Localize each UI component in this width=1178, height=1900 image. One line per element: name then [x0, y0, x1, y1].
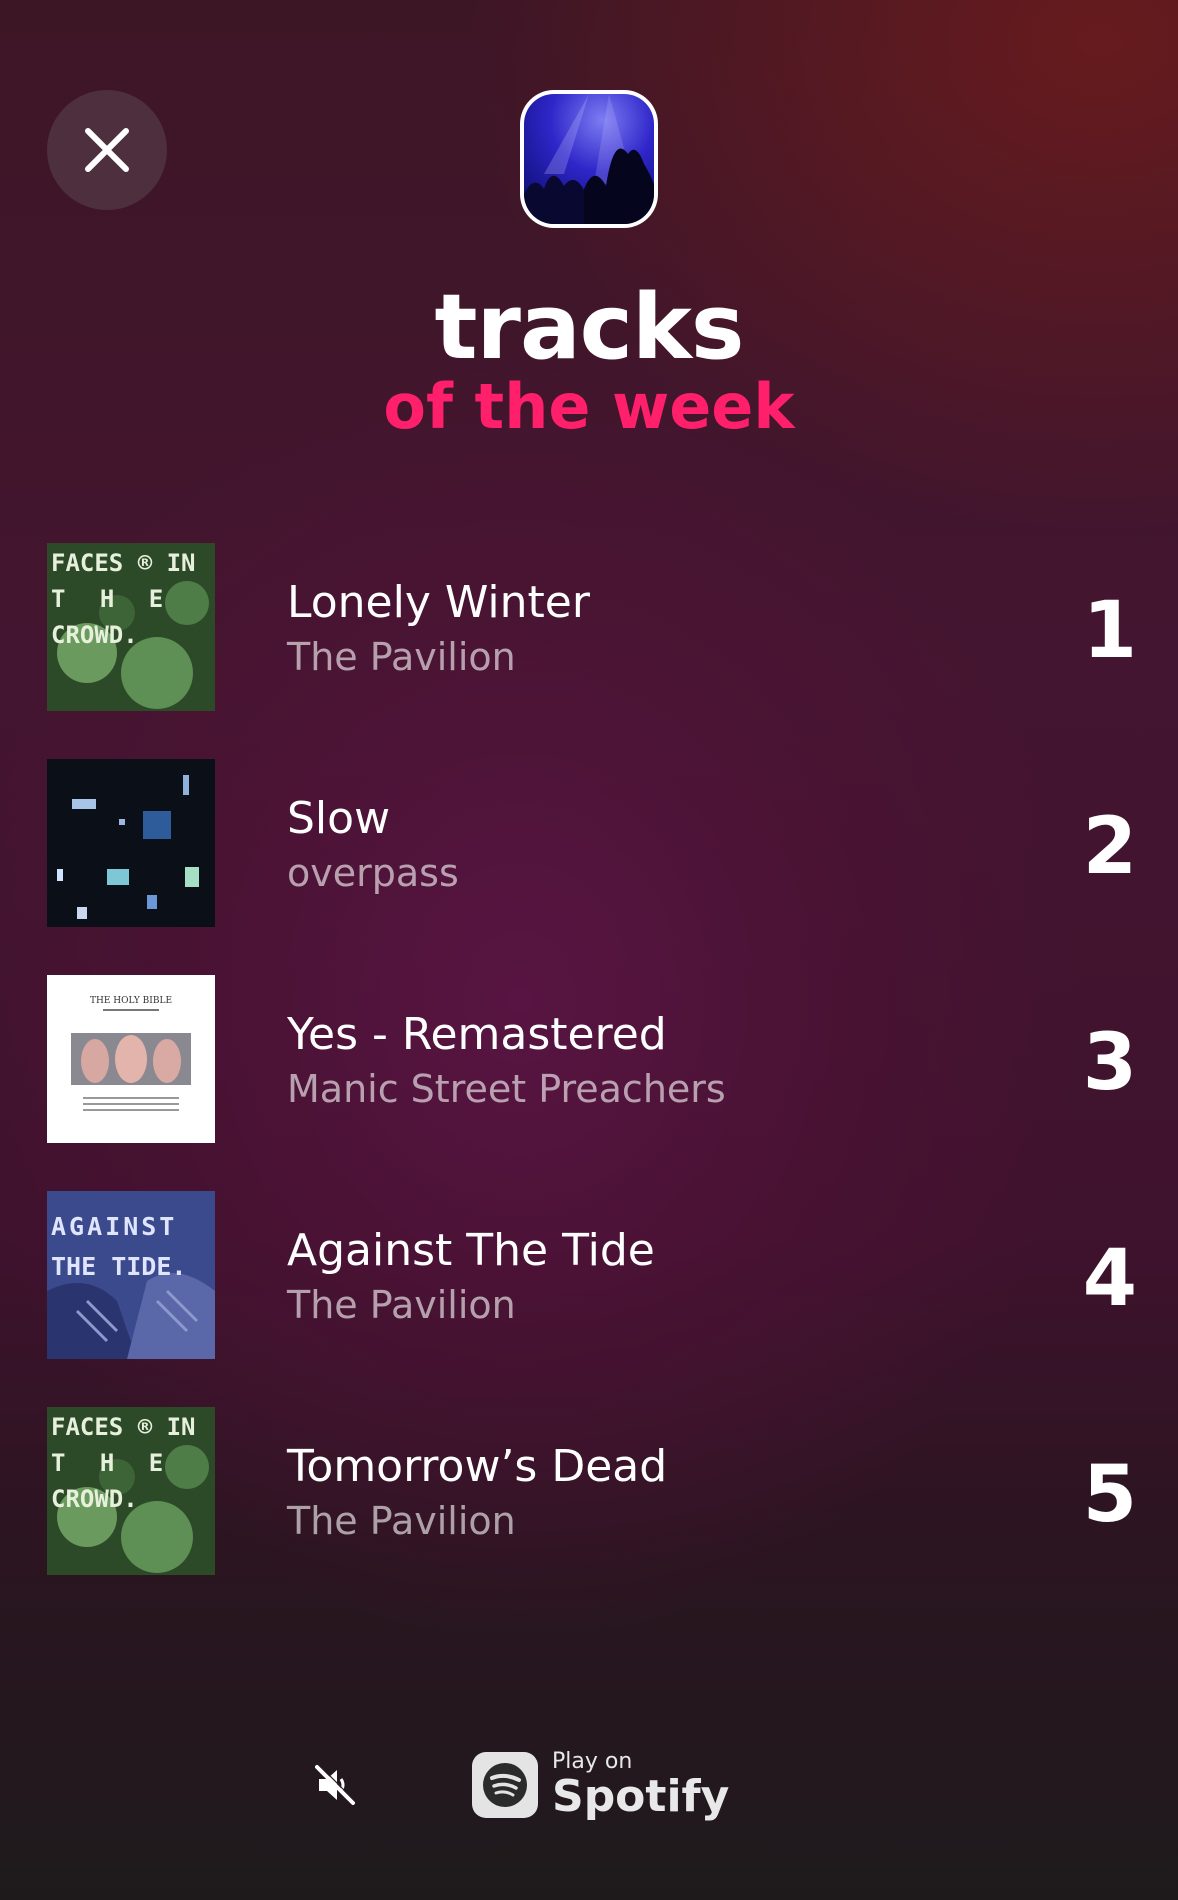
- album-art-text: THE TIDE.: [51, 1252, 186, 1281]
- track-artist: The Pavilion: [287, 1283, 516, 1327]
- album-art-text: THE HOLY BIBLE: [90, 996, 172, 1006]
- track-artist: Manic Street Preachers: [287, 1067, 726, 1111]
- page-subtitle: of the week: [383, 370, 795, 443]
- track-artist: overpass: [287, 851, 459, 895]
- album-art: AGAINST THE TIDE.: [47, 1191, 215, 1359]
- track-artist: The Pavilion: [287, 635, 516, 679]
- track-rank: 3: [1082, 1018, 1137, 1108]
- album-art: FACES ® IN T H E CROWD.: [47, 543, 215, 711]
- track-row[interactable]: AGAINST THE TIDE. Against The Tide The P…: [47, 1191, 1137, 1359]
- album-art-text: T H E: [51, 585, 173, 613]
- album-art: THE HOLY BIBLE: [47, 975, 215, 1143]
- album-art-text: T H E: [51, 1449, 173, 1477]
- track-title: Slow: [287, 793, 391, 844]
- track-rank: 2: [1082, 802, 1137, 892]
- album-art-text: FACES ® IN: [51, 549, 196, 577]
- track-artist: The Pavilion: [287, 1499, 516, 1543]
- close-icon: [85, 128, 129, 172]
- track-title: Against The Tide: [287, 1225, 655, 1276]
- track-rank: 4: [1082, 1234, 1137, 1324]
- album-art-text: CROWD.: [51, 621, 138, 649]
- concert-image: [524, 94, 654, 224]
- track-row[interactable]: THE HOLY BIBLE Yes - Remastered Manic St…: [47, 975, 1137, 1143]
- close-button[interactable]: [47, 90, 167, 210]
- album-art-text: FACES ® IN: [51, 1413, 196, 1441]
- track-row[interactable]: FACES ® IN T H E CROWD. Tomorrow’s Dead …: [47, 1407, 1137, 1575]
- spotify-logo-icon: [472, 1752, 538, 1818]
- spotify-label: Spotify: [552, 1771, 730, 1822]
- track-rank: 5: [1082, 1450, 1137, 1540]
- page-title: tracks: [434, 275, 745, 380]
- album-art: [47, 759, 215, 927]
- album-art: FACES ® IN T H E CROWD.: [47, 1407, 215, 1575]
- play-on-spotify-button[interactable]: Play on Spotify: [472, 1750, 729, 1820]
- track-title: Tomorrow’s Dead: [287, 1441, 668, 1492]
- volume-muted-icon: [315, 1764, 356, 1805]
- album-art-text: CROWD.: [51, 1485, 138, 1513]
- playlist-cover: [520, 90, 658, 228]
- album-art-text: AGAINST: [51, 1212, 177, 1241]
- track-title: Lonely Winter: [287, 577, 590, 628]
- track-rank: 1: [1082, 586, 1137, 676]
- track-row[interactable]: FACES ® IN T H E CROWD. Lonely Winter Th…: [47, 543, 1137, 711]
- track-title: Yes - Remastered: [287, 1009, 667, 1060]
- mute-button[interactable]: [300, 1755, 370, 1815]
- track-row[interactable]: Slow overpass 2: [47, 759, 1137, 927]
